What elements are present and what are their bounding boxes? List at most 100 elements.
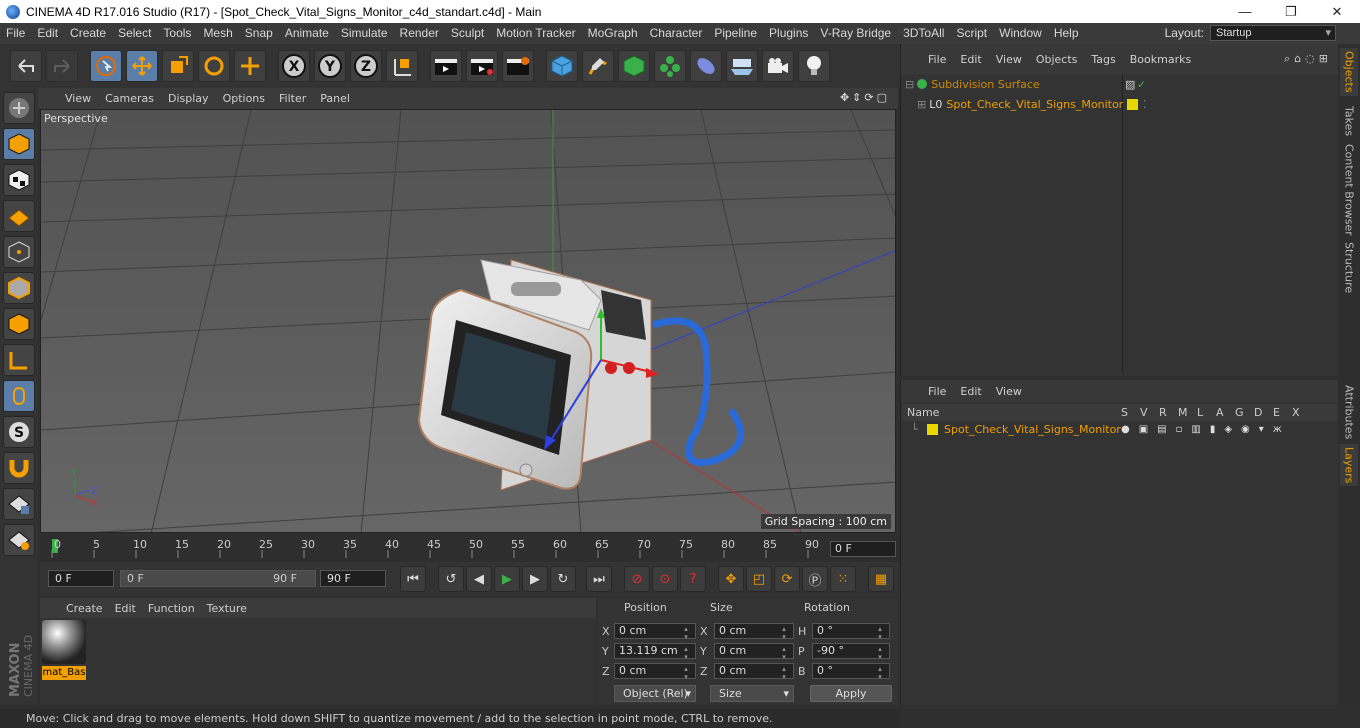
object-row-monitor[interactable]: ⊞ L0 Spot_Check_Vital_Signs_Monitor ⁚ (905, 95, 1335, 113)
tree-collapse-icon[interactable]: ⊟ (905, 78, 914, 91)
position-x-field[interactable]: 0 cm (614, 623, 696, 641)
menu-pipeline[interactable]: Pipeline (708, 23, 763, 44)
polygons-mode-button[interactable] (3, 308, 35, 340)
tab-content-browser[interactable]: Content Browser (1340, 144, 1358, 236)
menu-simulate[interactable]: Simulate (335, 23, 394, 44)
lm-menu-view[interactable]: View (989, 385, 1029, 398)
menu-script[interactable]: Script (950, 23, 993, 44)
layer-header-g[interactable]: G (1235, 406, 1254, 419)
minimize-button[interactable]: — (1222, 0, 1268, 23)
position-z-field[interactable]: 0 cm (614, 663, 696, 681)
undo-button[interactable] (10, 50, 42, 82)
menu-mograph[interactable]: MoGraph (582, 23, 644, 44)
layer-header-e[interactable]: E (1273, 406, 1292, 419)
layer-row[interactable]: └ Spot_Check_Vital_Signs_Monitor ●▣▤▫▥▮◈… (903, 421, 1337, 438)
go-to-start-button[interactable]: ⏮ (400, 566, 426, 592)
om-menu-edit[interactable]: Edit (953, 53, 988, 66)
menu-window[interactable]: Window (993, 23, 1048, 44)
viewport-menu-display[interactable]: Display (161, 92, 216, 105)
size-mode-dropdown[interactable]: Size ▾ (710, 685, 794, 702)
workplane-mode-button[interactable] (3, 200, 35, 232)
locked-workplane-button[interactable] (3, 524, 35, 556)
menu-motion-tracker[interactable]: Motion Tracker (490, 23, 581, 44)
om-search-home-icons[interactable]: ⌕⌂◌⊞ (1284, 52, 1332, 66)
position-y-field[interactable]: 13.119 cm (614, 643, 696, 661)
magnet-button[interactable] (3, 452, 35, 484)
workplane-lock-button[interactable] (3, 488, 35, 520)
layer-header-l[interactable]: L (1197, 406, 1216, 419)
viewport-menu-panel[interactable]: Panel (313, 92, 357, 105)
tweak-mode-button[interactable] (3, 380, 35, 412)
maximize-button[interactable]: ❐ (1268, 0, 1314, 23)
menu-3dtoall[interactable]: 3DToAll (897, 23, 950, 44)
keyframe-selection-button[interactable]: ? (680, 566, 706, 592)
snap-button[interactable]: S (3, 416, 35, 448)
x-axis-button[interactable]: X (278, 50, 310, 82)
model-mode-button[interactable] (3, 128, 35, 160)
coordinate-system-button[interactable] (386, 50, 418, 82)
om-menu-tags[interactable]: Tags (1084, 53, 1122, 66)
tab-attributes[interactable]: Attributes (1340, 384, 1358, 440)
material-swatch[interactable]: mat_Bas (42, 620, 86, 680)
tab-layers[interactable]: Layers (1340, 444, 1358, 486)
layer-header-s[interactable]: S (1121, 406, 1140, 419)
axis-mode-button[interactable] (3, 344, 35, 376)
visibility-toggle-icon[interactable]: ▨ (1125, 78, 1135, 91)
layer-header-x[interactable]: X (1292, 406, 1311, 419)
make-editable-button[interactable] (3, 92, 35, 124)
tab-objects[interactable]: Objects (1340, 48, 1358, 96)
layer-header-m[interactable]: M (1178, 406, 1197, 419)
layer-header-v[interactable]: V (1140, 406, 1159, 419)
menu-plugins[interactable]: Plugins (763, 23, 814, 44)
layer-flag-icons[interactable]: ●▣▤▫▥▮◈◉▾ж (1121, 424, 1291, 435)
timeline-end-field[interactable]: 0 F (830, 541, 896, 557)
next-frame-button[interactable]: ▶ (522, 566, 548, 592)
move-tool-button[interactable] (126, 50, 158, 82)
om-menu-bookmarks[interactable]: Bookmarks (1123, 53, 1198, 66)
y-axis-button[interactable]: Y (314, 50, 346, 82)
timeline[interactable]: 0 5 10 15 20 25 30 35 40 45 50 55 60 65 … (40, 536, 898, 562)
material-menu-function[interactable]: Function (142, 602, 201, 615)
key-scale-button[interactable]: ◰ (746, 566, 772, 592)
coord-mode-dropdown[interactable]: Object (Rel) ▾ (614, 685, 696, 702)
3d-viewport[interactable]: Y Z X Perspective Grid Spacing : 100 cm (40, 109, 896, 533)
key-pla-button[interactable]: ⁙ (830, 566, 856, 592)
menu-create[interactable]: Create (64, 23, 112, 44)
live-selection-button[interactable] (90, 50, 122, 82)
timeline-window-button[interactable]: ▦ (868, 566, 894, 592)
range-end-field[interactable]: 90 F (320, 570, 386, 587)
apply-button[interactable]: Apply (810, 685, 892, 702)
key-param-button[interactable]: Ⓟ (802, 566, 828, 592)
lm-menu-edit[interactable]: Edit (953, 385, 988, 398)
menu-file[interactable]: File (0, 23, 31, 44)
lm-menu-file[interactable]: File (921, 385, 953, 398)
menu-animate[interactable]: Animate (279, 23, 335, 44)
viewport-menu-view[interactable]: View (58, 92, 98, 105)
menu-tools[interactable]: Tools (157, 23, 197, 44)
render-view-button[interactable] (430, 50, 462, 82)
om-menu-objects[interactable]: Objects (1029, 53, 1085, 66)
object-name-subdivision[interactable]: Subdivision Surface (931, 78, 1039, 91)
current-frame-field[interactable]: 0 F (48, 570, 114, 587)
close-button[interactable]: ✕ (1314, 0, 1360, 23)
layer-header-a[interactable]: A (1216, 406, 1235, 419)
key-rotation-button[interactable]: ⟳ (774, 566, 800, 592)
prev-key-button[interactable]: ↺ (438, 566, 464, 592)
tree-expand-icon[interactable]: ⊞ (917, 98, 926, 111)
size-z-field[interactable]: 0 cm (714, 663, 794, 681)
pen-spline-button[interactable] (582, 50, 614, 82)
camera-button[interactable] (762, 50, 794, 82)
size-y-field[interactable]: 0 cm (714, 643, 794, 661)
menu-help[interactable]: Help (1048, 23, 1085, 44)
om-menu-file[interactable]: File (921, 53, 953, 66)
material-menu-edit[interactable]: Edit (109, 602, 142, 615)
menu-mesh[interactable]: Mesh (197, 23, 238, 44)
menu-render[interactable]: Render (394, 23, 445, 44)
rotation-h-field[interactable]: 0 ° (812, 623, 890, 641)
rotate-tool-button[interactable] (198, 50, 230, 82)
om-menu-view[interactable]: View (989, 53, 1029, 66)
camera-label[interactable]: Perspective (44, 112, 108, 125)
record-keys-button[interactable]: ⊘ (624, 566, 650, 592)
object-name-monitor[interactable]: Spot_Check_Vital_Signs_Monitor (946, 98, 1123, 111)
size-x-field[interactable]: 0 cm (714, 623, 794, 641)
